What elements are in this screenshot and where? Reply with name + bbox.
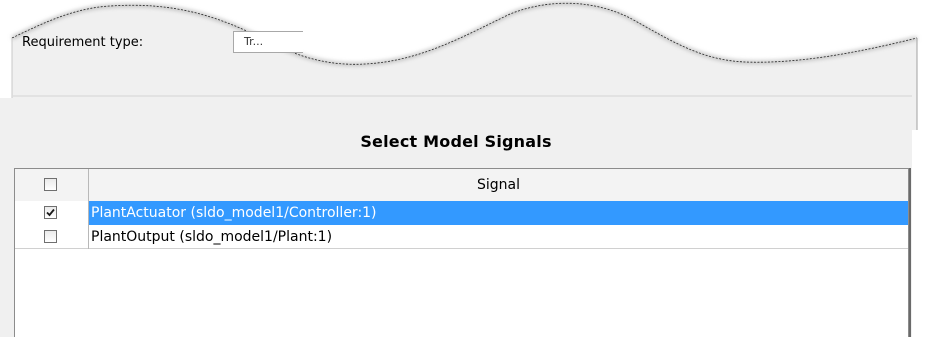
signals-table: Signal PlantActuator (sldo_model1/Contro…	[14, 168, 909, 337]
table-row[interactable]: PlantOutput (sldo_model1/Plant:1)	[15, 225, 908, 249]
column-header-signal[interactable]: Signal	[89, 169, 908, 201]
table-header: Signal	[15, 169, 908, 202]
checkmark-icon	[46, 208, 55, 217]
select-all-checkbox[interactable]	[44, 178, 57, 191]
row-checkbox[interactable]	[44, 206, 57, 219]
grid-right-edge	[909, 168, 911, 337]
signal-name: PlantActuator (sldo_model1/Controller:1)	[91, 205, 377, 221]
header-checkbox-cell	[15, 169, 89, 201]
signal-selection-window: Requirement type: Tr... Select Model Sig…	[0, 0, 925, 337]
row-checkbox-cell	[15, 225, 89, 249]
row-checkbox[interactable]	[44, 230, 57, 243]
row-checkbox-cell	[15, 201, 89, 225]
panel-title: Select Model Signals	[360, 132, 552, 151]
requirement-type-dropdown[interactable]: Tr...	[233, 31, 303, 53]
signal-name: PlantOutput (sldo_model1/Plant:1)	[91, 229, 333, 245]
requirement-type-value: Tr...	[244, 35, 264, 48]
table-row[interactable]: PlantActuator (sldo_model1/Controller:1)	[15, 201, 908, 225]
requirement-type-label: Requirement type:	[22, 35, 144, 50]
